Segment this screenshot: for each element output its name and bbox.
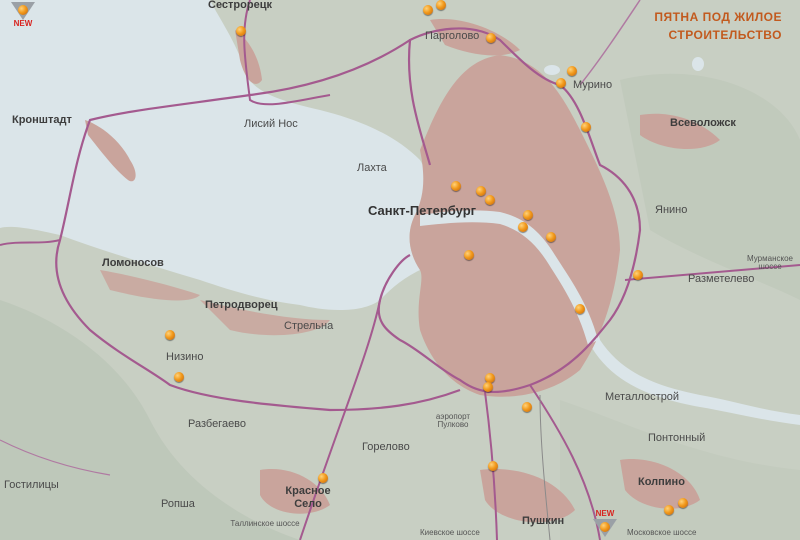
label-strelna: Стрельна: [284, 320, 334, 332]
label-petrodvorets: Петродворец: [205, 299, 278, 311]
label-ropsha: Ропша: [161, 498, 195, 510]
site-marker[interactable]: [174, 372, 184, 382]
site-marker[interactable]: [451, 181, 461, 191]
label-kolpino: Колпино: [638, 476, 685, 488]
label-moskovskoe-shosse: Московское шоссе: [627, 528, 697, 537]
site-marker[interactable]: [165, 330, 175, 340]
site-marker[interactable]: [575, 304, 585, 314]
label-airport-pulkovo: аэропорт Пулково: [435, 412, 471, 429]
label-pargolovo: Парголово: [425, 30, 480, 42]
marker-icon: [18, 5, 28, 15]
label-pushkin: Пушкин: [522, 515, 565, 527]
site-marker[interactable]: [464, 250, 474, 260]
label-murmanskoe-shosse: Мурманское шоссе: [747, 254, 793, 271]
label-sestroretsk: Сестрорецк: [208, 0, 272, 11]
site-marker[interactable]: [318, 473, 328, 483]
site-marker[interactable]: [486, 33, 496, 43]
site-marker[interactable]: [678, 498, 688, 508]
marker-icon: [600, 522, 610, 532]
map-title-line-1: ПЯТНА ПОД ЖИЛОЕ: [654, 10, 782, 24]
label-gorelovo: Горелово: [362, 441, 410, 453]
site-marker[interactable]: [485, 195, 495, 205]
label-lisiy-nos: Лисий Нос: [244, 118, 298, 130]
site-marker[interactable]: [664, 505, 674, 515]
label-krasnoe-selo: Красное Село: [285, 485, 331, 510]
map-title: ПЯТНА ПОД ЖИЛОЕ СТРОИТЕЛЬСТВО: [654, 8, 782, 44]
label-vsevolozhsk: Всеволожск: [670, 117, 736, 129]
label-metallostroy: Металлострой: [605, 391, 680, 403]
label-lakhta: Лахта: [357, 162, 387, 174]
site-marker[interactable]: [633, 270, 643, 280]
label-tallinskoe-shosse: Таллинское шоссе: [230, 519, 300, 528]
label-pontonny: Понтонный: [648, 432, 706, 444]
site-marker[interactable]: [488, 461, 498, 471]
label-kronshtadt: Кронштадт: [12, 114, 72, 126]
new-badge[interactable]: NEW: [8, 2, 38, 32]
new-badge[interactable]: NEW: [590, 508, 620, 538]
site-marker[interactable]: [567, 66, 577, 76]
label-yanino: Янино: [655, 204, 688, 216]
site-marker[interactable]: [423, 5, 433, 15]
map-canvas: [0, 0, 800, 540]
label-razmetelevo: Разметелево: [688, 273, 755, 285]
map[interactable]: ПЯТНА ПОД ЖИЛОЕ СТРОИТЕЛЬСТВО Сестрорецк…: [0, 0, 800, 540]
site-marker[interactable]: [476, 186, 486, 196]
label-lomonosov: Ломоносов: [102, 257, 164, 269]
new-badge-label: NEW: [595, 509, 615, 518]
label-saint-petersburg: Санкт-Петербург: [368, 203, 477, 218]
site-marker[interactable]: [518, 222, 528, 232]
label-nizino: Низино: [166, 351, 204, 363]
site-marker[interactable]: [236, 26, 246, 36]
label-gostilitsy: Гостилицы: [4, 479, 59, 491]
site-marker[interactable]: [556, 78, 566, 88]
label-kievskoe-shosse: Киевское шоссе: [420, 528, 480, 537]
site-marker[interactable]: [483, 382, 493, 392]
site-marker[interactable]: [436, 0, 446, 10]
site-marker[interactable]: [522, 402, 532, 412]
new-badge-label: NEW: [13, 19, 33, 28]
label-razbegaevo: Разбегаево: [188, 418, 247, 430]
site-marker[interactable]: [546, 232, 556, 242]
map-title-line-2: СТРОИТЕЛЬСТВО: [668, 28, 782, 42]
label-murino: Мурино: [573, 79, 613, 91]
site-marker[interactable]: [523, 210, 533, 220]
site-marker[interactable]: [581, 122, 591, 132]
